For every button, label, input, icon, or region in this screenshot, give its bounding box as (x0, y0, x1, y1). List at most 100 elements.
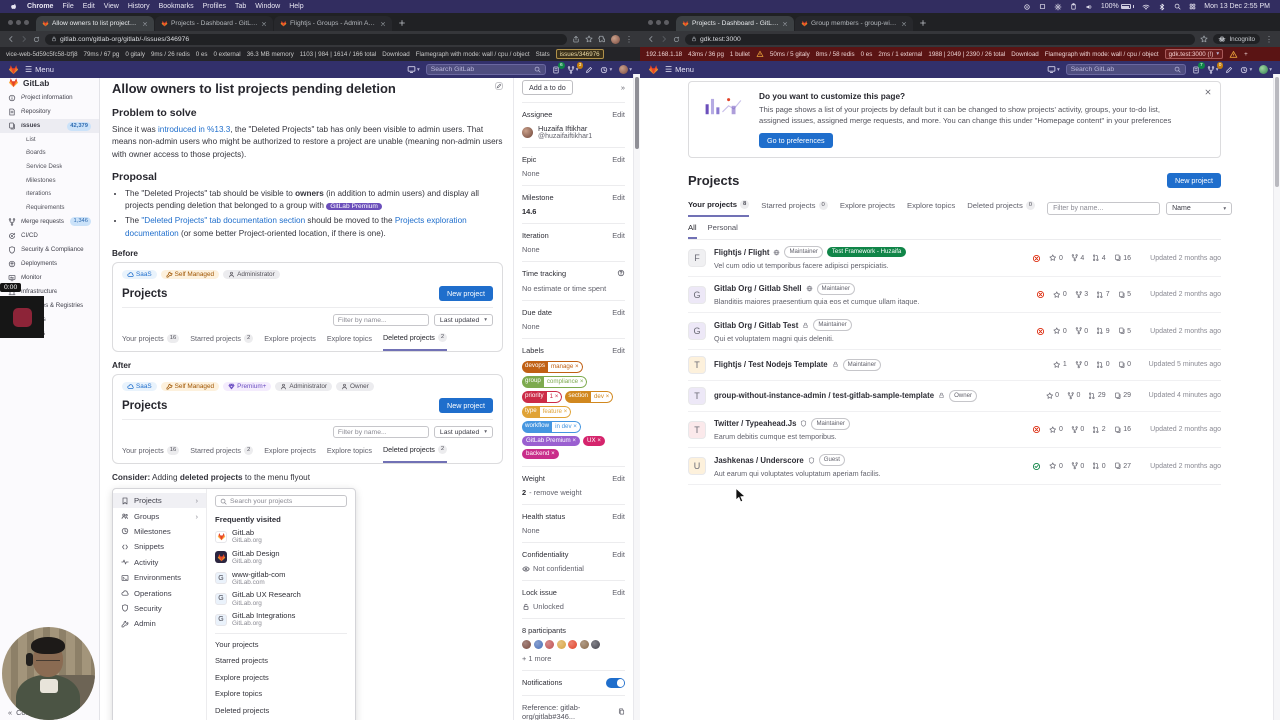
edit-title-button[interactable] (495, 82, 503, 90)
sidebar-item-requirements[interactable]: Requirements (0, 201, 99, 215)
merge-requests-count[interactable]: 9 (1096, 327, 1110, 335)
mock-tab-your-projects[interactable]: Your projects 16 (122, 333, 180, 351)
label-devops[interactable]: devops manage × (522, 361, 583, 374)
menubar-item[interactable]: Window (255, 3, 280, 10)
copy-icon[interactable] (618, 708, 625, 715)
participant-avatar[interactable] (533, 640, 543, 650)
issues-count[interactable]: 27 (1114, 462, 1131, 470)
apple-icon[interactable] (10, 3, 18, 11)
section-action[interactable]: Edit (612, 155, 625, 164)
tab-your-projects[interactable]: Your projects 8 (688, 199, 750, 218)
tab-deleted-projects[interactable]: Deleted projects 0 (967, 200, 1036, 217)
sidebar-item-deployments[interactable]: Deployments (0, 257, 99, 271)
flyout-item-operations[interactable]: Operations (113, 585, 206, 600)
stars-count[interactable]: 1 (1053, 361, 1067, 369)
section-action[interactable] (617, 269, 625, 279)
new-project-button[interactable]: New project (1167, 172, 1221, 188)
issues-count[interactable]: 29 (1114, 392, 1131, 400)
section-action[interactable]: Edit (612, 193, 625, 202)
stars-count[interactable]: 0 (1049, 254, 1063, 262)
participant-avatar[interactable] (568, 640, 577, 650)
section-action[interactable]: Edit (612, 474, 625, 483)
project-name[interactable]: Flightjs / Test Nodejs Template (714, 360, 828, 369)
mock-sort-select[interactable]: Last updated ▾ (433, 426, 493, 439)
section-action[interactable]: Edit (612, 231, 625, 240)
forward-icon[interactable] (660, 35, 668, 43)
mock-tab-starred-projects[interactable]: Starred projects 2 (190, 445, 254, 463)
tab-explore-projects[interactable]: Explore projects (840, 201, 895, 216)
flyout-item-activity[interactable]: Activity (113, 555, 206, 570)
go-to-preferences-button[interactable]: Go to preferences (759, 132, 833, 148)
sidebar-item-ci-cd[interactable]: CI/CD (0, 229, 99, 243)
right-scrollbar[interactable] (1273, 74, 1280, 720)
bookmark-star-icon[interactable] (1200, 35, 1208, 43)
stars-count[interactable]: 0 (1046, 392, 1059, 400)
merge-requests-count[interactable]: 0 (1092, 462, 1106, 470)
sidebar-item-list[interactable]: List (0, 133, 99, 147)
merge-requests-count[interactable]: 2 (1092, 426, 1106, 434)
control-center-icon[interactable] (1189, 3, 1196, 10)
refresh-icon[interactable] (33, 36, 40, 43)
perf-request-selector[interactable]: gdk.test:3000 (!) ▾ (1164, 49, 1224, 59)
project-name[interactable]: Gitlab Org / Gitlab Shell (714, 284, 802, 293)
flyout-search-input[interactable]: Search your projects (215, 495, 347, 508)
inline-link[interactable]: introduced in %13.3 (158, 125, 230, 134)
sidebar-item-boards[interactable]: Boards (0, 147, 99, 161)
merge-requests-icon[interactable]: 0 ▾ (1207, 61, 1224, 74)
flyout-link-starred-projects[interactable]: Starred projects (215, 656, 347, 665)
forks-count[interactable]: 4 (1071, 254, 1084, 262)
forward-icon[interactable] (20, 35, 28, 43)
todos-icon[interactable]: 6 (552, 61, 565, 74)
chrome-menu-icon[interactable]: ⋮ (1265, 35, 1273, 44)
mock-tab-your-projects[interactable]: Your projects 16 (122, 445, 180, 463)
back-icon[interactable] (647, 35, 655, 43)
mock-tab-explore-topics[interactable]: Explore topics (327, 333, 372, 351)
mock-tab-deleted-projects[interactable]: Deleted projects 2 (382, 333, 448, 352)
notifications-toggle[interactable] (606, 678, 625, 688)
participant-avatar[interactable] (591, 640, 600, 650)
chrome-profile-avatar[interactable] (611, 34, 620, 44)
label-section[interactable]: section dev × (565, 391, 614, 404)
forks-count[interactable]: 0 (1067, 392, 1080, 400)
menubar-item[interactable]: Chrome (27, 3, 53, 10)
filter-by-name-input[interactable]: Filter by name... (1047, 202, 1161, 216)
mock-filter-input[interactable]: Filter by name... (332, 426, 429, 439)
frequent-project[interactable]: GitLab GitLab.org (215, 528, 347, 544)
flyout-item-security[interactable]: Security (113, 601, 206, 616)
window-controls[interactable] (648, 20, 669, 25)
label-ux[interactable]: UX × (583, 436, 605, 447)
forks-count[interactable]: 0 (1071, 462, 1084, 470)
mock-sort-select[interactable]: Last updated ▾ (433, 314, 493, 327)
right-url-bar[interactable]: gdk.test:3000 (685, 33, 1196, 45)
menu-button[interactable]: ☰ Menu (665, 65, 694, 74)
subtab-all[interactable]: All (688, 223, 697, 240)
tab-explore-topics[interactable]: Explore topics (907, 201, 955, 216)
merge-requests-count[interactable]: 0 (1096, 361, 1110, 369)
merge-requests-count[interactable]: 29 (1088, 392, 1106, 400)
bluetooth-icon[interactable] (1158, 3, 1166, 11)
pipeline-status-icon[interactable] (1036, 327, 1045, 336)
stars-count[interactable]: 0 (1049, 426, 1063, 434)
forks-count[interactable]: 0 (1071, 426, 1084, 434)
project-name[interactable]: Gitlab Org / Gitlab Test (714, 321, 798, 330)
stop-recording-icon[interactable] (12, 307, 32, 327)
display-switch-icon[interactable]: ▾ (407, 65, 420, 74)
participant-avatar[interactable] (556, 640, 566, 650)
frequent-project[interactable]: G GitLab Integrations GitLab.org (215, 611, 347, 627)
forks-count[interactable]: 0 (1075, 361, 1088, 369)
flyout-item-projects[interactable]: Projects › (113, 493, 206, 509)
project-row[interactable]: Tgroup-without-instance-admin / test-git… (688, 381, 1221, 412)
mock-tab-deleted-projects[interactable]: Deleted projects 2 (382, 445, 448, 464)
menubar-item[interactable]: Tab (235, 3, 246, 10)
stars-count[interactable]: 0 (1049, 462, 1063, 470)
left-scrollbar[interactable] (633, 74, 640, 720)
pipeline-status-icon[interactable] (1032, 425, 1041, 434)
menubar-clock[interactable]: Mon 13 Dec 2:55 PM (1204, 3, 1270, 10)
section-action[interactable]: Edit (612, 308, 625, 317)
flyout-item-snippets[interactable]: Snippets (113, 539, 206, 554)
gear-icon[interactable] (1054, 3, 1062, 11)
flyout-link-your-projects[interactable]: Your projects (215, 640, 347, 649)
project-row[interactable]: T Flightjs / Test Nodejs Template Maintain… (688, 350, 1221, 381)
mock-new-project-button[interactable]: New project (439, 286, 493, 302)
inline-link[interactable]: "Deleted Projects" tab documentation sec… (141, 216, 305, 225)
